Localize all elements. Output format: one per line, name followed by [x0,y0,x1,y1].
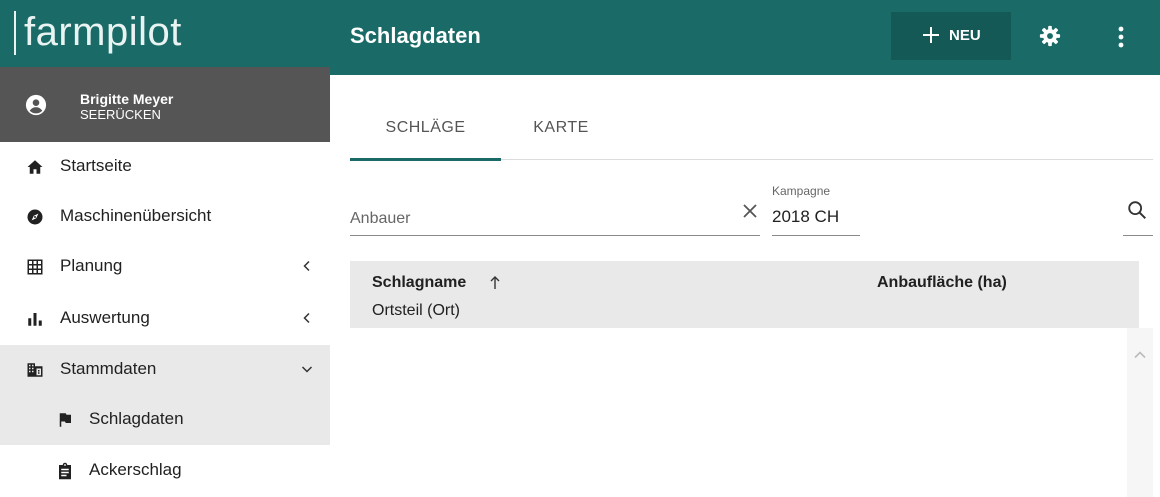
column-subheader-ortsteil: Ortsteil (Ort) [372,302,460,319]
search-icon [1128,201,1146,219]
sidebar-item-label: Stammdaten [60,359,157,378]
sidebar-item-label: Ackerschlag [89,460,182,479]
gear-icon[interactable] [1039,25,1061,47]
clipboard-icon [59,462,71,480]
sidebar-item-stammdaten[interactable]: Stammdaten [0,345,330,395]
sidebar-item-label: Maschinenübersicht [60,206,212,225]
plus-icon [923,27,939,43]
sidebar-item-startseite[interactable]: Startseite [0,142,330,192]
app-header: Schlagdaten NEU [330,0,1160,75]
page-title: Schlagdaten [350,23,481,48]
clear-icon[interactable] [741,202,759,220]
kampagne-label: Kampagne [772,184,831,198]
sidebar-item-maschinenuebersicht[interactable]: Maschinenübersicht [0,192,330,242]
user-organization: SEERÜCKEN [80,107,161,122]
brand-logo[interactable]: farmpilot [0,0,330,67]
sort-ascending-icon[interactable] [489,275,501,291]
kampagne-value: 2018 CH [772,207,840,226]
brand-name: farmpilot [24,10,182,54]
user-name: Brigitte Meyer [80,91,174,107]
sidebar-item-label: Schlagdaten [89,409,184,428]
table-header: Schlagname Ortsteil (Ort) Anbaufläche (h… [350,261,1139,328]
kampagne-select[interactable]: Kampagne 2018 CH [772,180,860,236]
tab-schlaege[interactable]: SCHLÄGE [350,100,501,161]
sidebar-item-ackerschlag[interactable]: Ackerschlag [0,446,330,496]
table-scrollbar[interactable] [1127,328,1153,497]
sidebar-item-auswertung[interactable]: Auswertung [0,294,330,344]
tab-karte[interactable]: KARTE [501,100,621,160]
sidebar-item-planung[interactable]: Planung [0,242,330,292]
chevron-up-icon[interactable] [1133,348,1147,362]
anbauer-field [350,190,760,236]
home-icon [27,160,43,174]
sidebar: farmpilot Brigitte Meyer SEERÜCKEN Start… [0,0,330,497]
bar-chart-icon [28,313,42,326]
new-button[interactable]: NEU [891,12,1011,60]
user-panel[interactable]: Brigitte Meyer SEERÜCKEN [0,67,330,142]
chevron-down-icon[interactable] [300,362,314,376]
sidebar-item-label: Auswertung [60,308,150,327]
sidebar-item-label: Planung [60,256,123,275]
tab-bar: SCHLÄGE KARTE [350,100,1153,161]
account-circle-icon [25,94,47,116]
chevron-left-icon[interactable] [300,259,314,273]
chevron-left-icon[interactable] [300,311,314,325]
column-header-schlagname[interactable]: Schlagname [372,273,466,293]
sidebar-item-label: Startseite [60,156,132,175]
compass-icon [27,209,43,225]
brand-divider [14,11,16,55]
sidebar-item-schlagdaten[interactable]: Schlagdaten [0,395,330,445]
grid-icon [27,259,43,275]
more-vertical-icon[interactable] [1117,25,1125,49]
building-icon [27,363,43,377]
anbauer-input[interactable] [350,208,730,230]
flag-icon [59,413,71,427]
new-button-label: NEU [949,27,981,44]
search-button[interactable] [1123,190,1153,236]
column-header-anbauflaeche[interactable]: Anbaufläche (ha) [877,273,1007,293]
